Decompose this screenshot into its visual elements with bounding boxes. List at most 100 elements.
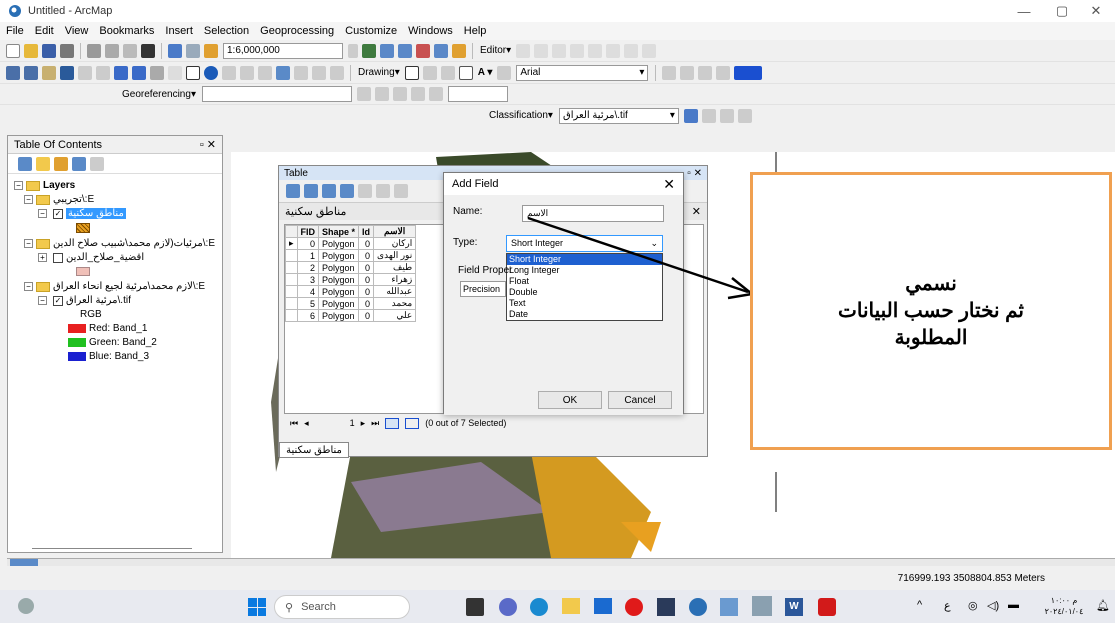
row-selector[interactable] [285,297,298,310]
layout-view-icon[interactable] [10,559,38,566]
delete-icon[interactable] [141,43,155,58]
show-selected-records-icon[interactable] [405,417,420,429]
notification-bell-icon[interactable]: 🔔︎ [1096,599,1110,612]
taskbar-search-box[interactable]: ⚲ Search [274,595,410,619]
menu-edit[interactable]: Edit [35,25,54,37]
expand-icon[interactable]: + [38,253,47,262]
arctoolbox-icon[interactable] [452,43,466,58]
list-by-selection-icon[interactable] [72,156,86,171]
menu-view[interactable]: View [65,25,89,37]
html-popup-icon[interactable] [240,65,254,80]
full-extent-icon[interactable] [60,65,74,80]
fixed-zoom-out-icon[interactable] [96,65,110,80]
zoom-to-selected-icon[interactable] [376,184,390,198]
close-icon[interactable]: ✕ [663,176,675,193]
current-record-number[interactable]: 1 [315,418,355,428]
italic-icon[interactable] [698,65,713,80]
attributes-icon[interactable] [624,43,639,58]
row-selector[interactable] [285,249,298,262]
column-header-name[interactable]: الاسم [373,225,417,238]
row-selector[interactable] [285,285,298,298]
list-by-source-icon[interactable] [36,156,50,171]
straight-segment-icon[interactable] [552,43,567,58]
save-icon[interactable] [42,43,56,58]
table-row[interactable]: ▸ 0 Polygon 0 اركان [285,237,417,250]
pdf-reader-icon[interactable] [818,598,836,616]
row-selector[interactable]: ▸ [285,237,298,250]
edit-tool-icon[interactable] [516,43,531,58]
undo-icon[interactable] [168,43,182,58]
layer-visibility-checkbox[interactable]: ✓ [53,208,63,219]
table-row[interactable]: 3 Polygon 0 زهراء [285,273,417,286]
forward-icon[interactable] [132,65,146,80]
collapse-icon[interactable]: − [38,296,47,305]
zoom-in-icon[interactable] [6,65,20,80]
file-explorer-icon[interactable] [562,598,580,614]
time-slider-icon[interactable] [330,65,344,80]
menu-windows[interactable]: Windows [408,25,453,37]
measure-icon[interactable] [258,65,272,80]
previous-record-icon[interactable]: ◂ [304,418,309,429]
close-icon[interactable]: ▫ ✕ [200,138,216,151]
show-hidden-icons-chevron-icon[interactable]: ^ [917,599,922,611]
arccatalog-taskbar-icon[interactable] [720,598,738,616]
last-record-icon[interactable]: ⏭ [371,418,379,429]
select-by-attributes-icon[interactable] [322,184,336,198]
scatterplot-icon[interactable] [719,108,734,123]
georef-value-input[interactable] [447,86,508,102]
rotate-georef-icon[interactable] [356,87,371,101]
find-route-icon[interactable] [294,65,308,80]
sketch-tool-icon[interactable] [534,43,549,58]
table-layer-tab[interactable]: مناطق سكنية [279,442,349,458]
store-icon[interactable] [657,598,675,616]
type-option-date[interactable]: Date [507,309,662,320]
menu-selection[interactable]: Selection [204,25,249,37]
task-view-icon[interactable] [466,598,484,616]
new-document-icon[interactable] [6,43,20,58]
georeferencing-menu[interactable]: Georeferencing ▾ [122,89,196,100]
bold-icon[interactable] [680,65,695,80]
histogram-icon[interactable] [737,108,752,123]
meet-icon[interactable] [499,598,517,616]
add-data-icon[interactable] [204,43,218,58]
toc-item-folder-1[interactable]: − تجريبي\:E [24,194,94,205]
paste-icon[interactable] [123,43,137,58]
drawing-select-icon[interactable] [404,65,419,80]
table-options-icon[interactable] [286,184,300,198]
go-to-xy-icon[interactable] [312,65,326,80]
collapse-icon[interactable]: − [14,181,23,190]
text-tool-icon[interactable]: A ▾ [478,67,493,78]
volume-icon[interactable]: ◁) [987,599,999,612]
catalog-icon[interactable] [416,43,430,58]
toc-item-folder-2[interactable]: − مرئيات(لازم محمد\شبيب صلاح الدين\:E [24,238,215,249]
close-button[interactable]: ✕ [1077,0,1115,22]
arcmap-taskbar-icon[interactable] [689,598,707,616]
table-row[interactable]: 1 Polygon 0 نور الهدى [285,249,417,262]
redo-icon[interactable] [186,43,200,58]
vertex-icon[interactable] [570,43,585,58]
toc-scrollbar[interactable] [32,548,192,549]
underline-icon[interactable] [716,65,731,80]
pan-icon[interactable] [42,65,56,80]
opera-icon[interactable] [625,598,643,616]
select-features-icon[interactable] [150,65,164,80]
list-by-drawing-order-icon[interactable] [18,156,32,171]
callout-icon[interactable] [497,65,512,80]
open-icon[interactable] [24,43,38,58]
widgets-icon[interactable] [18,598,34,614]
font-size-icon[interactable] [662,65,677,80]
fixed-zoom-in-icon[interactable] [78,65,92,80]
cut-icon[interactable] [87,43,101,58]
drawing-menu[interactable]: Drawing ▾ [358,67,400,78]
zoom-whole-page-icon[interactable] [440,65,455,80]
editor-menu[interactable]: Editor ▾ [480,45,511,56]
table-icon[interactable] [380,43,394,58]
fill-color-icon[interactable] [734,65,763,80]
zoom-out-icon[interactable] [24,65,38,80]
row-selector[interactable] [285,273,298,286]
menu-geoprocessing[interactable]: Geoprocessing [260,25,334,37]
menu-help[interactable]: Help [464,25,487,37]
search-window-icon[interactable] [434,43,448,58]
font-combobox[interactable]: Arial ▾ [516,64,649,81]
maximize-button[interactable]: ▢ [1043,0,1081,22]
